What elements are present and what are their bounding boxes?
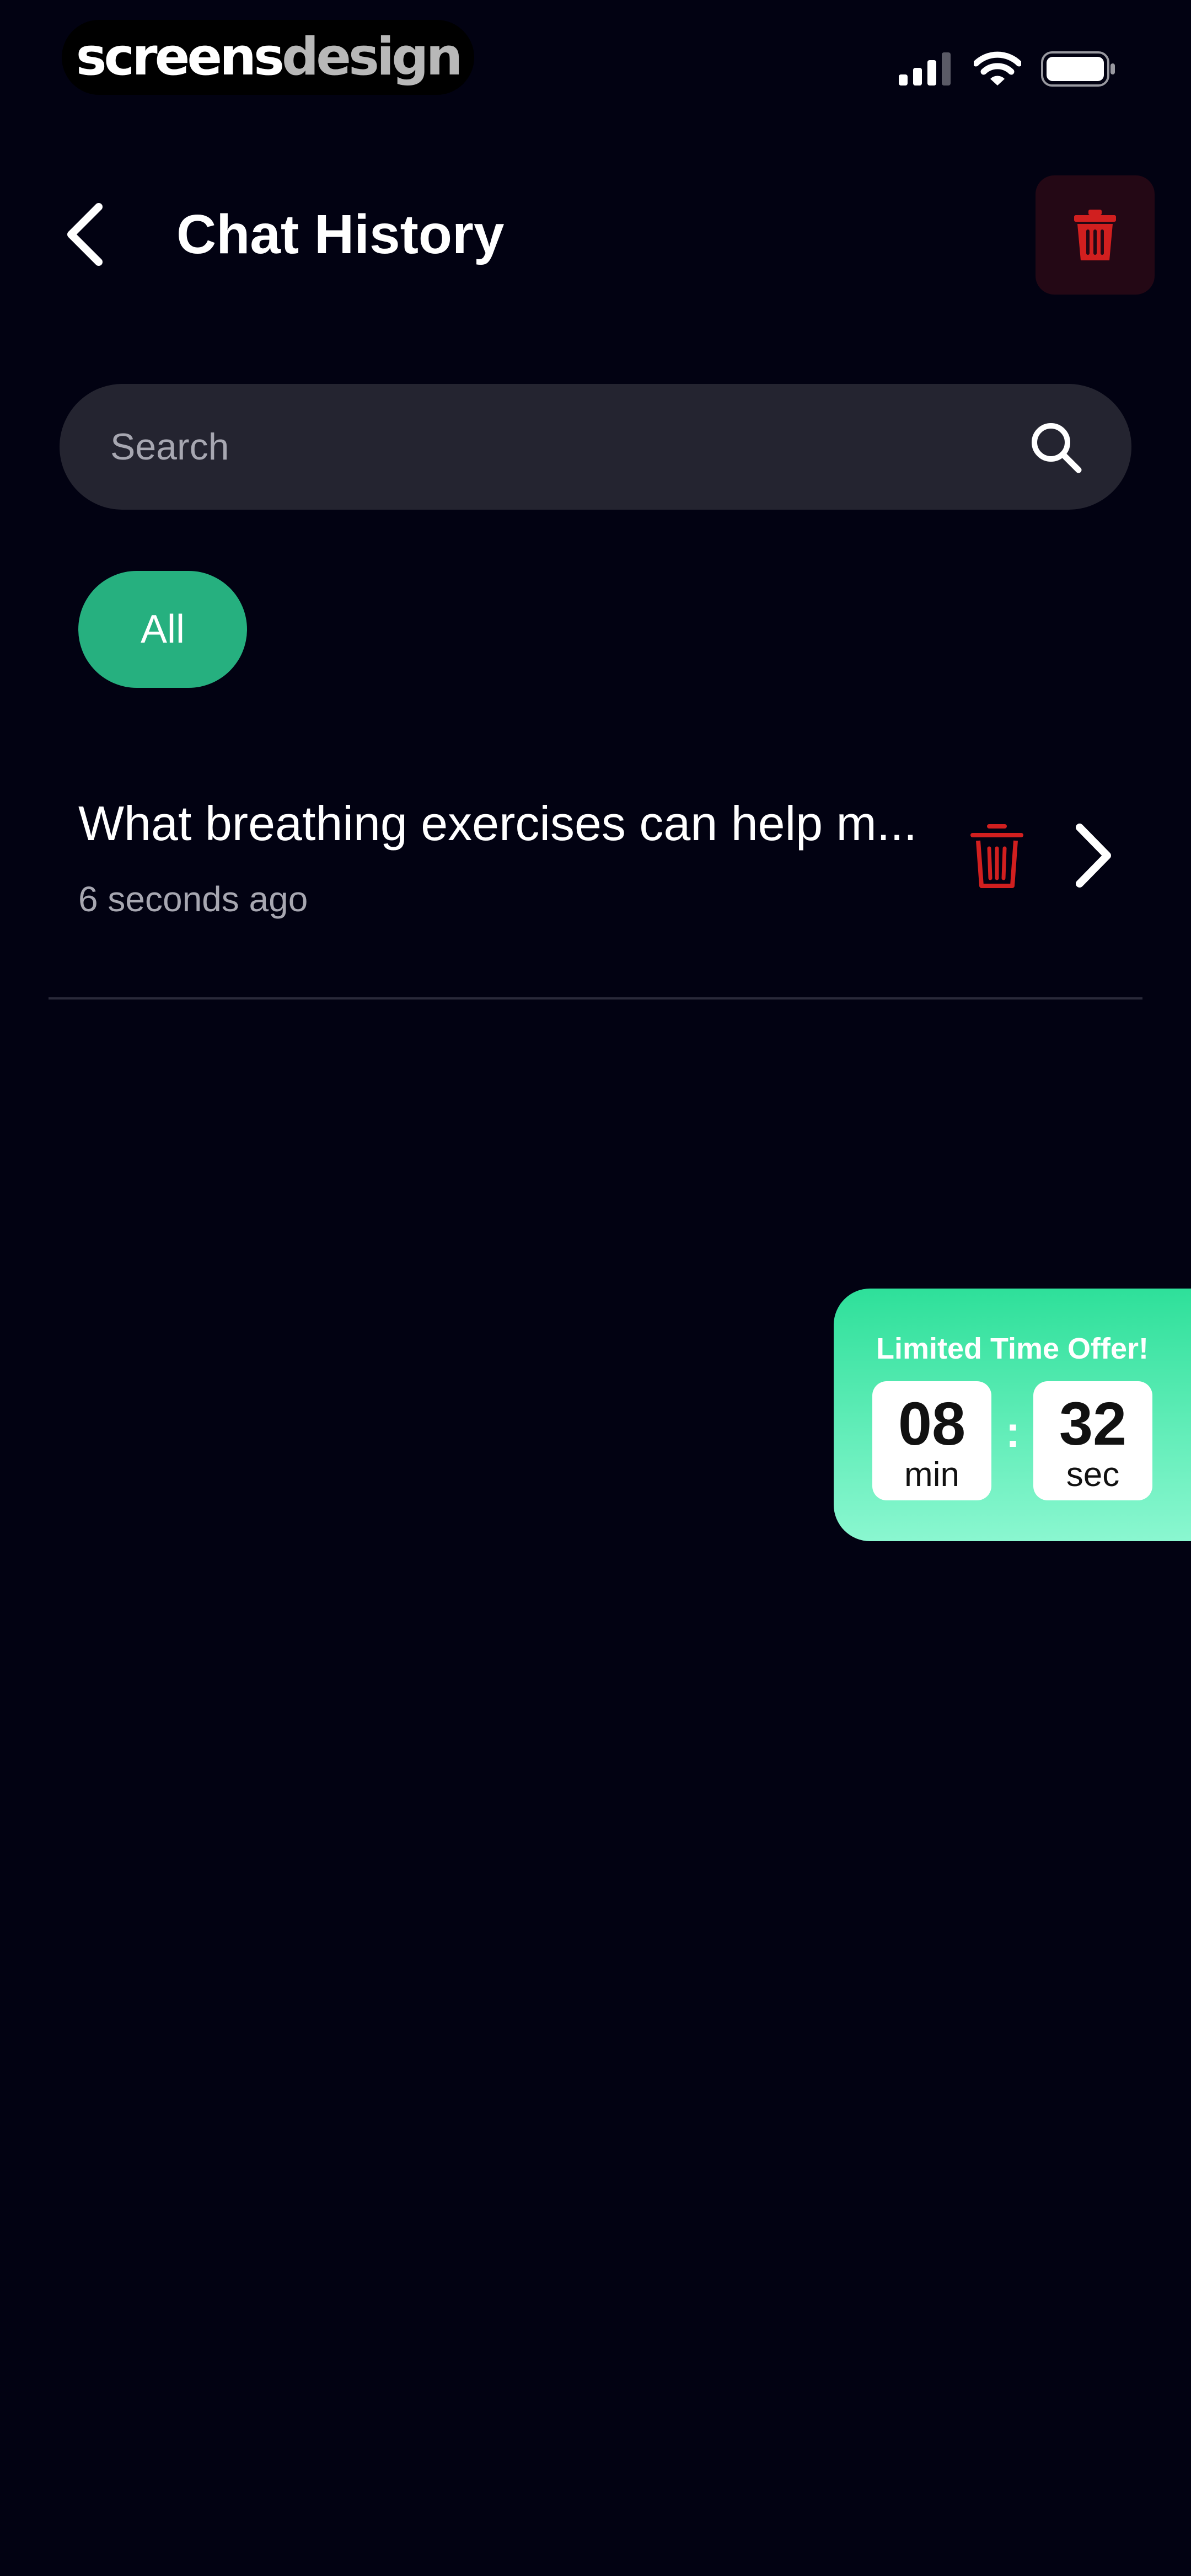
open-chat-button[interactable]	[1069, 820, 1118, 891]
search-bar[interactable]	[60, 384, 1131, 510]
status-icons	[899, 49, 1116, 89]
chat-title: What breathing exercises can help m...	[78, 796, 918, 851]
search-button[interactable]	[1028, 419, 1083, 474]
chat-timestamp: 6 seconds ago	[78, 879, 308, 919]
battery-icon	[1041, 51, 1115, 87]
wifi-icon	[974, 51, 1021, 85]
trash-outline-icon	[970, 824, 1023, 888]
brand-logo: screensdesign	[76, 27, 463, 87]
delete-chat-button[interactable]	[969, 824, 1024, 889]
limited-offer-widget[interactable]: Limited Time Offer! 08 min : 32 sec	[834, 1289, 1191, 1541]
search-input[interactable]	[110, 384, 993, 510]
search-icon	[1032, 423, 1082, 473]
seconds-unit: sec	[1066, 1456, 1120, 1494]
offer-title: Limited Time Offer!	[876, 1332, 1149, 1365]
chevron-right-icon	[1076, 824, 1111, 888]
minutes-unit: min	[904, 1456, 959, 1494]
minutes-value: 08	[898, 1390, 966, 1458]
brand-watermark: screensdesign	[62, 20, 474, 95]
list-divider	[49, 997, 1142, 1000]
timer-separator: :	[1005, 1407, 1021, 1456]
page-title: Chat History	[176, 204, 505, 265]
seconds-value: 32	[1059, 1390, 1127, 1458]
timer-seconds: 32 sec	[1033, 1381, 1152, 1500]
chat-list-item[interactable]: What breathing exercises can help m... 6…	[49, 767, 1142, 998]
delete-all-button[interactable]	[1036, 175, 1155, 295]
chevron-left-icon	[67, 203, 103, 266]
back-button[interactable]	[55, 196, 116, 273]
signal-icon	[899, 52, 951, 85]
trash-icon	[1074, 210, 1116, 260]
filter-chip-all[interactable]: All	[78, 571, 247, 688]
timer-minutes: 08 min	[872, 1381, 991, 1500]
